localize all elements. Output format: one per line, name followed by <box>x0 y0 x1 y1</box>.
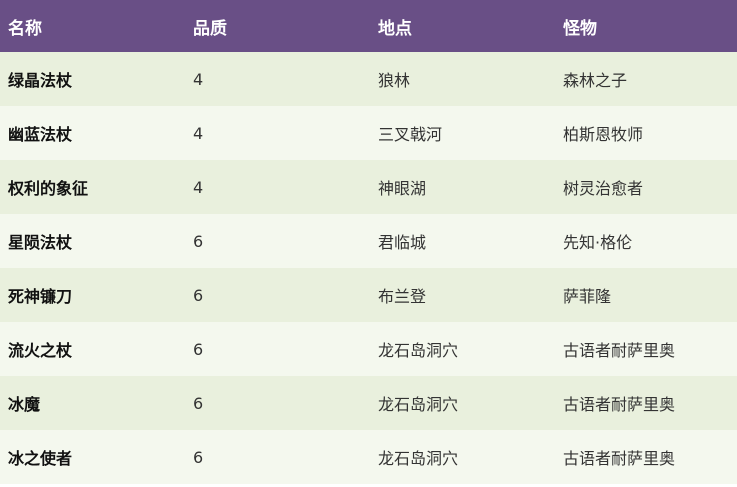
cell-name: 死神镰刀 <box>8 287 73 306</box>
cell-name: 冰之使者 <box>8 449 73 468</box>
cell-location: 君临城 <box>378 233 427 252</box>
cell-quality: 4 <box>193 123 204 143</box>
cell-monster: 古语者耐萨里奥 <box>563 395 676 414</box>
cell-name: 星陨法杖 <box>8 233 73 252</box>
table-row: 幽蓝法杖 4 三叉戟河 柏斯恩牧师 <box>0 106 737 160</box>
cell-name: 冰魔 <box>8 395 41 414</box>
header-monster: 怪物 <box>563 18 597 39</box>
header-location: 地点 <box>378 18 412 39</box>
cell-location: 神眼湖 <box>378 179 427 198</box>
table-row: 绿晶法杖 4 狼林 森林之子 <box>0 52 737 106</box>
cell-quality: 6 <box>193 285 204 305</box>
cell-location: 龙石岛洞穴 <box>378 395 459 414</box>
cell-quality: 6 <box>193 339 204 359</box>
cell-location: 龙石岛洞穴 <box>378 341 459 360</box>
cell-name: 流火之杖 <box>8 341 73 360</box>
table-row: 冰魔 6 龙石岛洞穴 古语者耐萨里奥 <box>0 376 737 430</box>
table-row: 冰之使者 6 龙石岛洞穴 古语者耐萨里奥 <box>0 430 737 484</box>
header-quality: 品质 <box>193 18 227 39</box>
cell-location: 龙石岛洞穴 <box>378 449 459 468</box>
cell-quality: 6 <box>193 393 204 413</box>
table-row: 死神镰刀 6 布兰登 萨菲隆 <box>0 268 737 322</box>
cell-monster: 古语者耐萨里奥 <box>563 341 676 360</box>
cell-name: 绿晶法杖 <box>8 71 73 90</box>
header-name: 名称 <box>8 18 42 39</box>
cell-name: 权利的象征 <box>8 179 89 198</box>
cell-quality: 4 <box>193 69 204 89</box>
weapon-table: 名称 品质 地点 怪物 绿晶法杖 4 狼林 森林之子 幽蓝法杖 4 三叉戟河 柏… <box>0 0 737 484</box>
cell-quality: 6 <box>193 231 204 251</box>
cell-quality: 6 <box>193 447 204 467</box>
table-body: 绿晶法杖 4 狼林 森林之子 幽蓝法杖 4 三叉戟河 柏斯恩牧师 权利的象征 4… <box>0 52 737 484</box>
cell-location: 布兰登 <box>378 287 427 306</box>
cell-quality: 4 <box>193 177 204 197</box>
table-row: 流火之杖 6 龙石岛洞穴 古语者耐萨里奥 <box>0 322 737 376</box>
cell-name: 幽蓝法杖 <box>8 125 73 144</box>
header-row: 名称 品质 地点 怪物 <box>0 0 737 52</box>
table-row: 星陨法杖 6 君临城 先知·格伦 <box>0 214 737 268</box>
cell-monster: 森林之子 <box>563 71 628 90</box>
table-header: 名称 品质 地点 怪物 <box>0 0 737 52</box>
cell-monster: 树灵治愈者 <box>563 179 644 198</box>
cell-monster: 古语者耐萨里奥 <box>563 449 676 468</box>
cell-location: 狼林 <box>378 71 411 90</box>
table-row: 权利的象征 4 神眼湖 树灵治愈者 <box>0 160 737 214</box>
cell-location: 三叉戟河 <box>378 125 443 144</box>
cell-monster: 柏斯恩牧师 <box>563 125 644 144</box>
cell-monster: 先知·格伦 <box>563 233 633 252</box>
cell-monster: 萨菲隆 <box>563 287 612 306</box>
